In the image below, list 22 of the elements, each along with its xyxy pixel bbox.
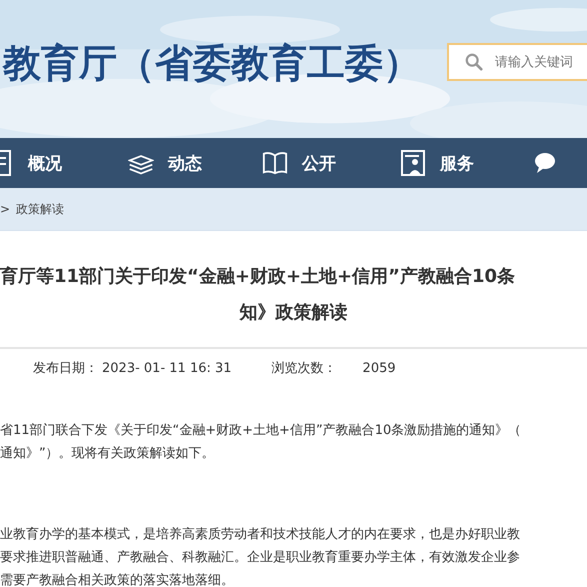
nav-link[interactable]: 概况 <box>28 152 62 174</box>
paragraph-text: 通知》”）。现将有关政策解读如下。 <box>0 445 216 463</box>
publish-date: 2023- 01- 11 16: 31 <box>102 360 232 376</box>
breadcrumb-link[interactable]: 政策解读 <box>16 200 64 218</box>
view-count: 2059 <box>362 360 396 376</box>
paragraph-text: 要求推进职普融通、产教融合、科教融汇。企业是职业教育重要办学主体，有效激发企业参 <box>0 548 521 567</box>
search-field[interactable]: 请输入关键词 <box>447 43 587 81</box>
publish-label: 发布日期： <box>33 360 98 377</box>
paragraph-text: 业教育办学的基本模式，是培养高素质劳动者和技术技能人才的内在要求，也是办好职业教 <box>0 526 521 544</box>
nav-link[interactable]: 服务 <box>440 152 474 174</box>
breadcrumb-separator: > <box>0 202 10 216</box>
search-icon <box>465 53 483 71</box>
article-title: 育厅等11部门关于印发“金融+财政+土地+信用”产教融合10条 <box>0 265 516 289</box>
site-title: 教育厅（省委教育工委） <box>1 40 421 87</box>
article-title: 知》政策解读 <box>238 301 348 325</box>
paragraph-text: 需要产教融合相关政策的落实落地落细。 <box>0 572 235 587</box>
nav-link[interactable]: 动态 <box>168 152 202 174</box>
id-card-icon[interactable] <box>400 150 426 176</box>
book-icon[interactable] <box>262 150 288 176</box>
nav-link[interactable]: 公开 <box>302 152 336 174</box>
views-label: 浏览次数： <box>272 360 337 377</box>
paragraph-text: 省11部门联合下发《关于印发“金融+财政+土地+信用”产教融合10条激励措施的通知》（ <box>0 422 522 440</box>
